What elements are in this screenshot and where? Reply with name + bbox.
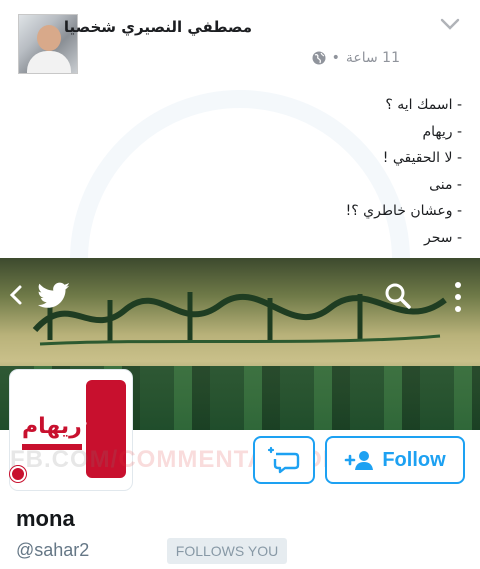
author-name[interactable]: مصطفي النصيري شخصيا (64, 18, 252, 36)
profile-logo-text: ريهام (22, 414, 82, 439)
post-line: - منى (429, 176, 462, 193)
watermark-part-a: FB.COM/ (10, 446, 119, 473)
search-icon[interactable] (384, 282, 412, 310)
twitter-bird-icon (38, 282, 71, 308)
post-line: - ريهام (422, 123, 462, 140)
follow-button[interactable]: Follow (325, 436, 465, 484)
post-meta: 11 ساعة • (312, 50, 400, 66)
add-user-icon (345, 451, 374, 470)
follow-label: Follow (382, 448, 446, 471)
follows-you-badge: FOLLOWS YOU (167, 538, 287, 564)
post-line: - اسمك ايه ؟ (385, 97, 462, 113)
retweet-icon (267, 446, 300, 474)
meta-separator: • (331, 50, 340, 66)
globe-icon (312, 51, 326, 65)
post-time[interactable]: 11 ساعة (346, 50, 400, 66)
retweet-button[interactable] (253, 436, 315, 484)
profile-name: mona (16, 506, 75, 531)
post-line: - سحر (424, 229, 462, 246)
post-line: - لا الحقيقي ! (382, 150, 462, 166)
post-body: - اسمك ايه ؟ - ريهام - لا الحقيقي ! - من… (346, 92, 462, 251)
profile-handle: @sahar2 (16, 540, 90, 560)
post-line: - وعشان خاطري ؟! (345, 203, 462, 219)
embedded-twitter-screenshot[interactable]: Reham ريهام FB.COM/COMMENTAT.COM Follow … (0, 258, 480, 569)
more-icon[interactable] (452, 280, 464, 314)
chevron-down-icon[interactable] (438, 14, 462, 34)
back-arrow-icon[interactable] (8, 284, 24, 306)
